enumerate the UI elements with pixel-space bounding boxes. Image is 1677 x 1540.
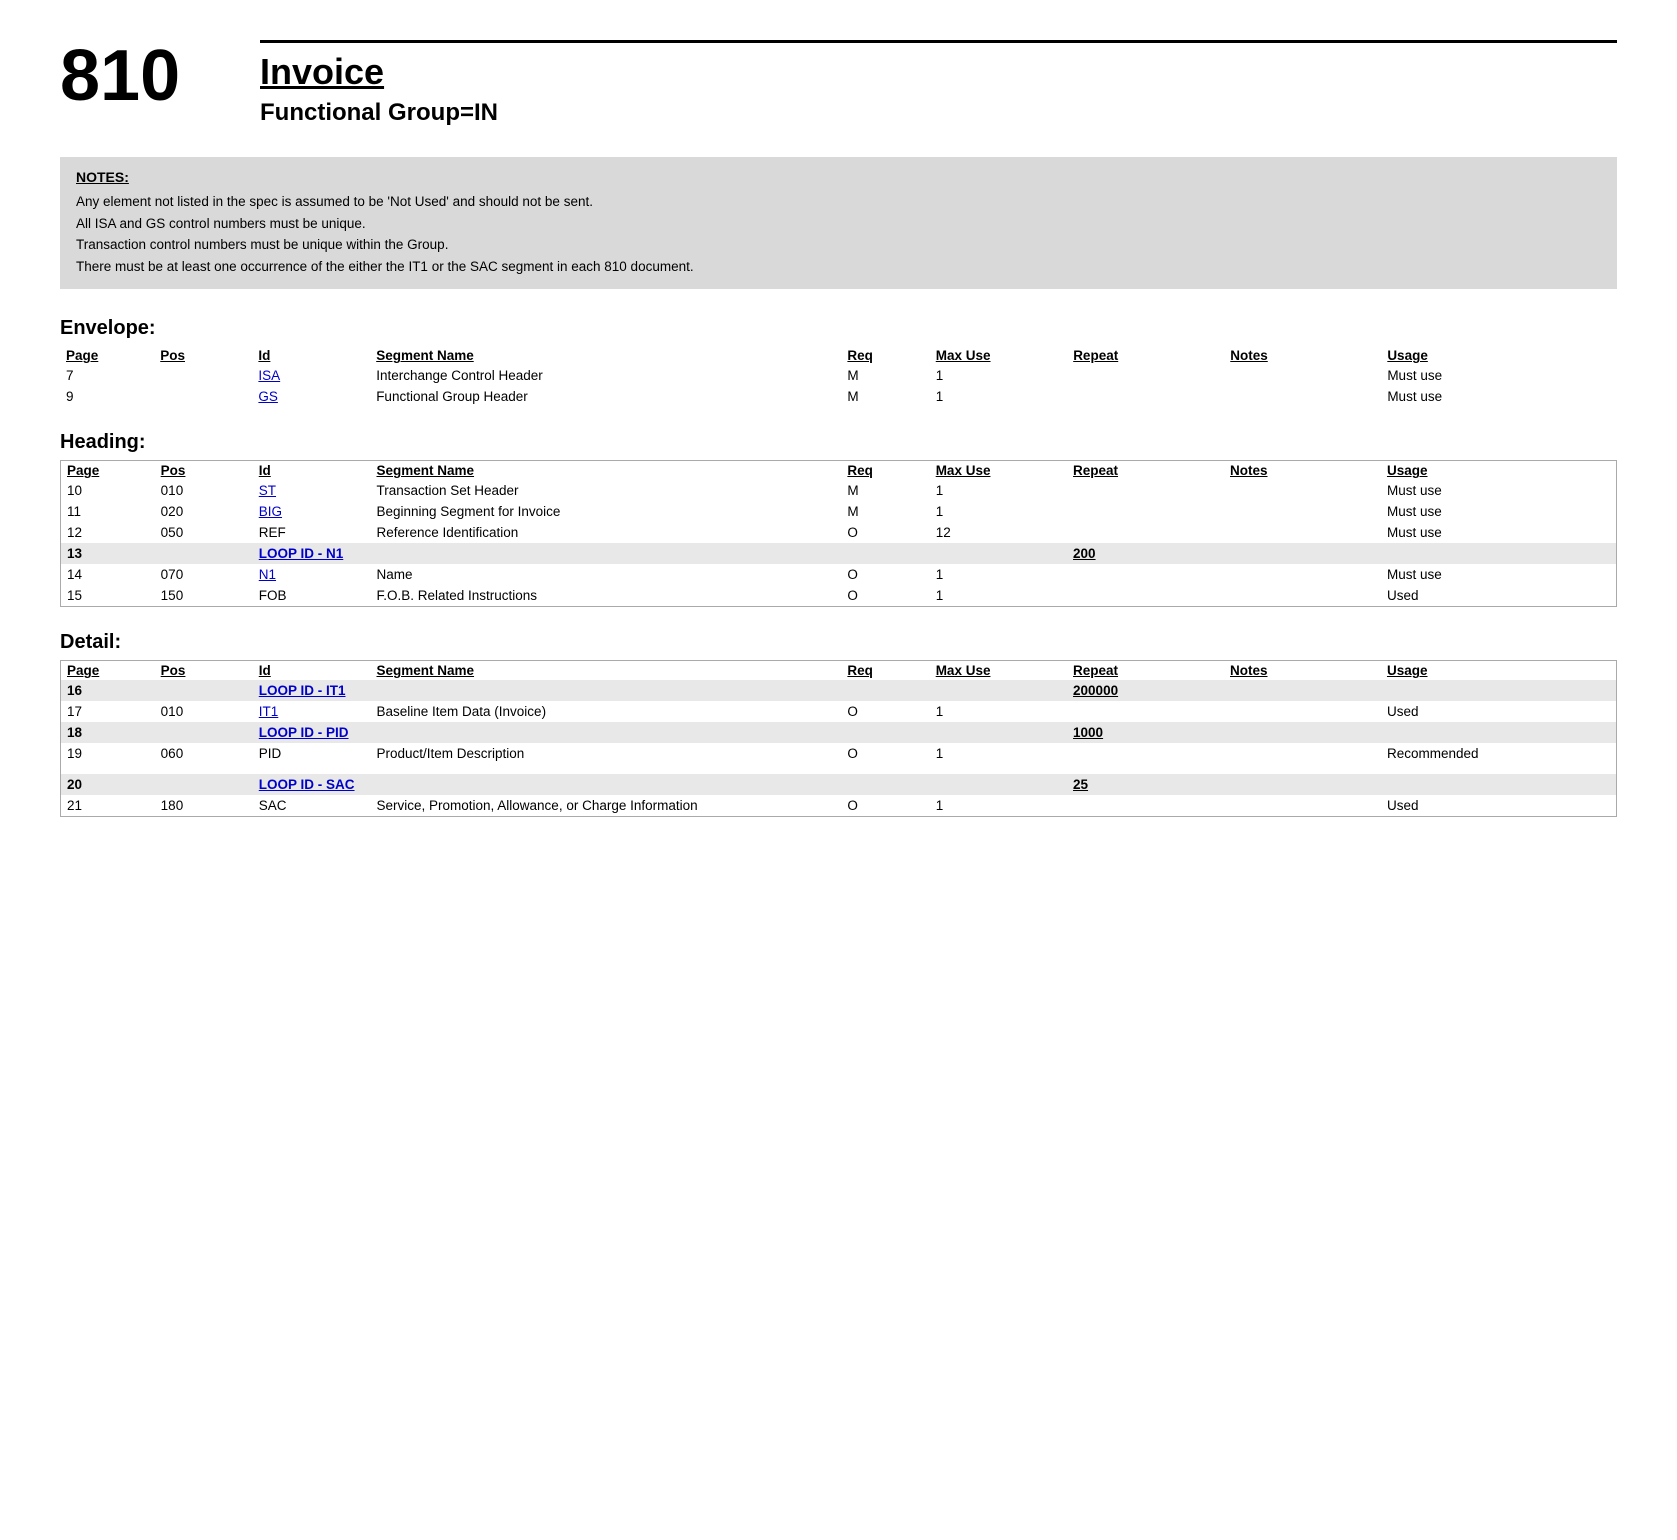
gs-link[interactable]: GS [258,389,278,404]
page-header: 810 Invoice Functional Group=IN [60,40,1617,127]
col-header-max: Max Use [930,661,1067,681]
envelope-table: Page Pos Id Segment Name Req Max Use Rep… [60,346,1617,407]
big-link[interactable]: BIG [259,504,282,519]
col-header-seg: Segment Name [370,661,841,681]
col-header-seg: Segment Name [370,461,841,481]
col-header-rep: Repeat [1067,461,1224,481]
col-header-req: Req [841,346,929,365]
heading-title: Heading: [60,431,1617,454]
envelope-section: Envelope: Page Pos Id Segment Name Req M… [60,317,1617,407]
notes-line-3: Transaction control numbers must be uniq… [76,234,1601,256]
col-header-id: Id [252,346,370,365]
doc-number: 810 [60,40,260,112]
st-link[interactable]: ST [259,483,276,498]
table-row: 9 GS Functional Group Header M 1 Must us… [60,386,1617,407]
col-header-page: Page [61,661,155,681]
heading-header-row: Page Pos Id Segment Name Req Max Use Rep… [61,461,1617,481]
table-row: 12 050 REF Reference Identification O 12… [61,522,1617,543]
table-row: 11 020 BIG Beginning Segment for Invoice… [61,501,1617,522]
table-row: 19 060 PID Product/Item Description O 1 … [61,743,1617,764]
table-row: 15 150 FOB F.O.B. Related Instructions O… [61,585,1617,607]
doc-title: Invoice [260,51,1617,93]
loop-n1-link[interactable]: LOOP ID - N1 [259,546,344,561]
notes-line-1: Any element not listed in the spec is as… [76,191,1601,213]
detail-table: Page Pos Id Segment Name Req Max Use Rep… [60,660,1617,817]
notes-box: NOTES: Any element not listed in the spe… [60,157,1617,289]
functional-group: Functional Group=IN [260,99,1617,127]
notes-line-2: All ISA and GS control numbers must be u… [76,213,1601,235]
col-header-pos: Pos [155,461,253,481]
col-header-pos: Pos [154,346,252,365]
col-header-max: Max Use [930,346,1067,365]
table-row: 7 ISA Interchange Control Header M 1 Mus… [60,365,1617,386]
isa-link[interactable]: ISA [258,368,280,383]
blank-spacer [61,764,1617,774]
table-row: 17 010 IT1 Baseline Item Data (Invoice) … [61,701,1617,722]
envelope-title: Envelope: [60,317,1617,340]
col-header-usage: Usage [1381,346,1617,365]
loop-row-it1: 16 LOOP ID - IT1 200000 [61,680,1617,701]
it1-link[interactable]: IT1 [259,704,279,719]
col-header-usage: Usage [1381,461,1617,481]
col-header-notes: Notes [1224,661,1381,681]
col-header-id: Id [253,661,371,681]
col-header-page: Page [61,461,155,481]
table-row: 14 070 N1 Name O 1 Must use [61,564,1617,585]
n1-link[interactable]: N1 [259,567,276,582]
col-header-id: Id [253,461,371,481]
col-header-req: Req [841,661,929,681]
col-header-max: Max Use [930,461,1067,481]
table-row: 10 010 ST Transaction Set Header M 1 Mus… [61,480,1617,501]
col-header-page: Page [60,346,154,365]
loop-row-sac: 20 LOOP ID - SAC 25 [61,774,1617,795]
loop-it1-link[interactable]: LOOP ID - IT1 [259,683,346,698]
col-header-notes: Notes [1224,346,1381,365]
col-header-seg: Segment Name [370,346,841,365]
loop-row-pid: 18 LOOP ID - PID 1000 [61,722,1617,743]
loop-row-n1: 13 LOOP ID - N1 200 [61,543,1617,564]
heading-table: Page Pos Id Segment Name Req Max Use Rep… [60,460,1617,607]
notes-line-4: There must be at least one occurrence of… [76,256,1601,278]
col-header-req: Req [841,461,929,481]
loop-pid-link[interactable]: LOOP ID - PID [259,725,349,740]
table-row: 21 180 SAC Service, Promotion, Allowance… [61,795,1617,817]
detail-header-row: Page Pos Id Segment Name Req Max Use Rep… [61,661,1617,681]
col-header-notes: Notes [1224,461,1381,481]
col-header-pos: Pos [155,661,253,681]
col-header-usage: Usage [1381,661,1617,681]
heading-section: Heading: Page Pos Id Segment Name Req Ma… [60,431,1617,607]
title-block: Invoice Functional Group=IN [260,40,1617,127]
loop-sac-link[interactable]: LOOP ID - SAC [259,777,355,792]
envelope-header-row: Page Pos Id Segment Name Req Max Use Rep… [60,346,1617,365]
col-header-rep: Repeat [1067,661,1224,681]
notes-title: NOTES: [76,169,1601,185]
detail-section: Detail: Page Pos Id Segment Name Req Max… [60,631,1617,817]
col-header-rep: Repeat [1067,346,1224,365]
detail-title: Detail: [60,631,1617,654]
